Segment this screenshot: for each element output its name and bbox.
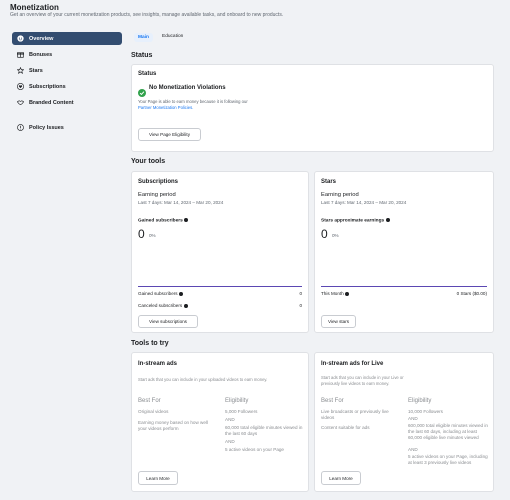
eligibility-heading: Eligibility — [408, 398, 432, 404]
best-for-heading: Best For — [321, 398, 344, 404]
status-card: Status No Monetization Violations Your P… — [131, 64, 494, 152]
sidebar-item-policy-issues[interactable]: Policy Issues — [12, 121, 122, 134]
sidebar-item-label: Overview — [29, 35, 54, 42]
this-month-value: 0 Stars ($0.00) — [456, 291, 487, 296]
gained-subscribers-pct: 0% — [149, 233, 156, 238]
heart-icon — [17, 83, 24, 90]
chart-line — [138, 286, 302, 287]
canceled-subscribers-row-value: 0 — [299, 303, 302, 308]
tab-main[interactable]: Main — [134, 33, 153, 42]
instream-live-title: In-stream ads for Live — [321, 361, 384, 367]
sidebar-item-label: Branded Content — [29, 99, 74, 106]
alert-icon — [17, 124, 24, 131]
gained-subscribers-row-value: 0 — [299, 291, 302, 296]
tools-to-try-heading: Tools to try — [131, 340, 169, 347]
page-title: Monetization — [10, 3, 59, 12]
sidebar-item-bonuses[interactable]: Bonuses — [12, 48, 122, 61]
earning-period-label: Earning period — [321, 192, 359, 198]
handshake-icon — [17, 99, 24, 106]
stars-title: Stars — [321, 179, 337, 185]
view-page-eligibility-button[interactable]: View Page Eligibility — [138, 128, 201, 141]
eligibility-item: AND — [408, 447, 418, 452]
eligibility-heading: Eligibility — [225, 398, 249, 404]
stars-earnings-value: 0 — [321, 227, 328, 241]
sidebar-item-overview[interactable]: Overview — [12, 32, 122, 45]
info-icon[interactable] — [385, 218, 390, 222]
earning-period-range: Last 7 days: Mar 14, 2024 – Mar 20, 2024 — [321, 200, 407, 205]
best-for-heading: Best For — [138, 398, 161, 404]
learn-more-button[interactable]: Learn More — [321, 471, 361, 485]
status-text: No Monetization Violations — [149, 85, 226, 91]
sidebar-item-label: Subscriptions — [29, 83, 66, 90]
eligibility-item: 5 active videos on your Page, including … — [408, 454, 488, 465]
sidebar-item-label: Stars — [29, 67, 43, 74]
instream-ads-card: In-stream ads Start ads that you can inc… — [131, 352, 309, 492]
best-for-item: Earning money based on how well your vid… — [138, 420, 208, 431]
view-subscriptions-button[interactable]: View subscriptions — [138, 315, 198, 328]
eligibility-item: 600,000 total eligible minutes viewed in… — [408, 423, 488, 440]
tab-education[interactable]: Education — [162, 34, 183, 39]
this-month-label: This Month — [321, 291, 350, 296]
gained-subscribers-label: Gained subscribers — [138, 218, 189, 223]
overview-icon — [17, 35, 24, 42]
stars-card: Stars Earning period Last 7 days: Mar 14… — [314, 171, 494, 333]
info-icon[interactable] — [184, 218, 189, 222]
gained-subscribers-row-label: Gained subscribers — [138, 291, 184, 296]
sidebar-item-label: Bonuses — [29, 51, 53, 58]
eligibility-item: AND — [408, 416, 418, 421]
subscriptions-card: Subscriptions Earning period Last 7 days… — [131, 171, 309, 333]
learn-more-button[interactable]: Learn More — [138, 471, 178, 485]
partner-policies-link[interactable]: Partner Monetization Policies. — [138, 105, 193, 110]
status-description: Your Page is able to earn money because … — [138, 99, 248, 104]
stars-earnings-label: Stars approximate earnings — [321, 218, 390, 223]
eligibility-item: AND — [225, 439, 235, 444]
your-tools-heading: Your tools — [131, 158, 166, 165]
instream-ads-title: In-stream ads — [138, 361, 178, 367]
check-circle-icon — [138, 84, 146, 97]
stars-earnings-pct: 0% — [332, 233, 339, 238]
status-heading: Status — [131, 52, 153, 59]
sidebar-item-label: Policy Issues — [29, 124, 64, 131]
sidebar-item-stars[interactable]: Stars — [12, 64, 122, 77]
best-for-item: Live broadcasts or previously live video… — [321, 409, 389, 420]
info-icon[interactable] — [179, 291, 184, 296]
chart-line — [321, 286, 487, 287]
sidebar-item-branded-content[interactable]: Branded Content — [12, 96, 122, 109]
eligibility-item: 5,000 Followers — [225, 409, 258, 414]
gift-icon — [17, 51, 24, 58]
instream-live-description: Start ads that you can include in your L… — [321, 375, 404, 386]
page-subtitle: Get an overview of your current monetiza… — [10, 12, 284, 18]
earning-period-label: Earning period — [138, 192, 176, 198]
sidebar-item-subscriptions[interactable]: Subscriptions — [12, 80, 122, 93]
earning-period-range: Last 7 days: Mar 14, 2024 – Mar 20, 2024 — [138, 200, 224, 205]
info-icon[interactable] — [345, 291, 350, 296]
view-stars-button[interactable]: View stars — [321, 315, 356, 328]
best-for-item: Content suitable for ads — [321, 425, 370, 430]
subscriptions-title: Subscriptions — [138, 179, 179, 185]
status-card-title: Status — [138, 71, 157, 77]
eligibility-item: 60,000 total eligible minutes viewed in … — [225, 425, 303, 436]
eligibility-item: 10,000 Followers — [408, 409, 443, 414]
canceled-subscribers-row-label: Canceled subscribers — [138, 303, 188, 308]
instream-ads-description: Start ads that you can include in your u… — [138, 377, 268, 382]
stars-icon — [17, 67, 24, 74]
gained-subscribers-value: 0 — [138, 227, 145, 241]
eligibility-item: AND — [225, 417, 235, 422]
best-for-item: Original videos — [138, 409, 169, 414]
eligibility-item: 5 active videos on your Page — [225, 447, 284, 452]
info-icon[interactable] — [183, 303, 188, 308]
instream-live-card: In-stream ads for Live Start ads that yo… — [314, 352, 494, 492]
